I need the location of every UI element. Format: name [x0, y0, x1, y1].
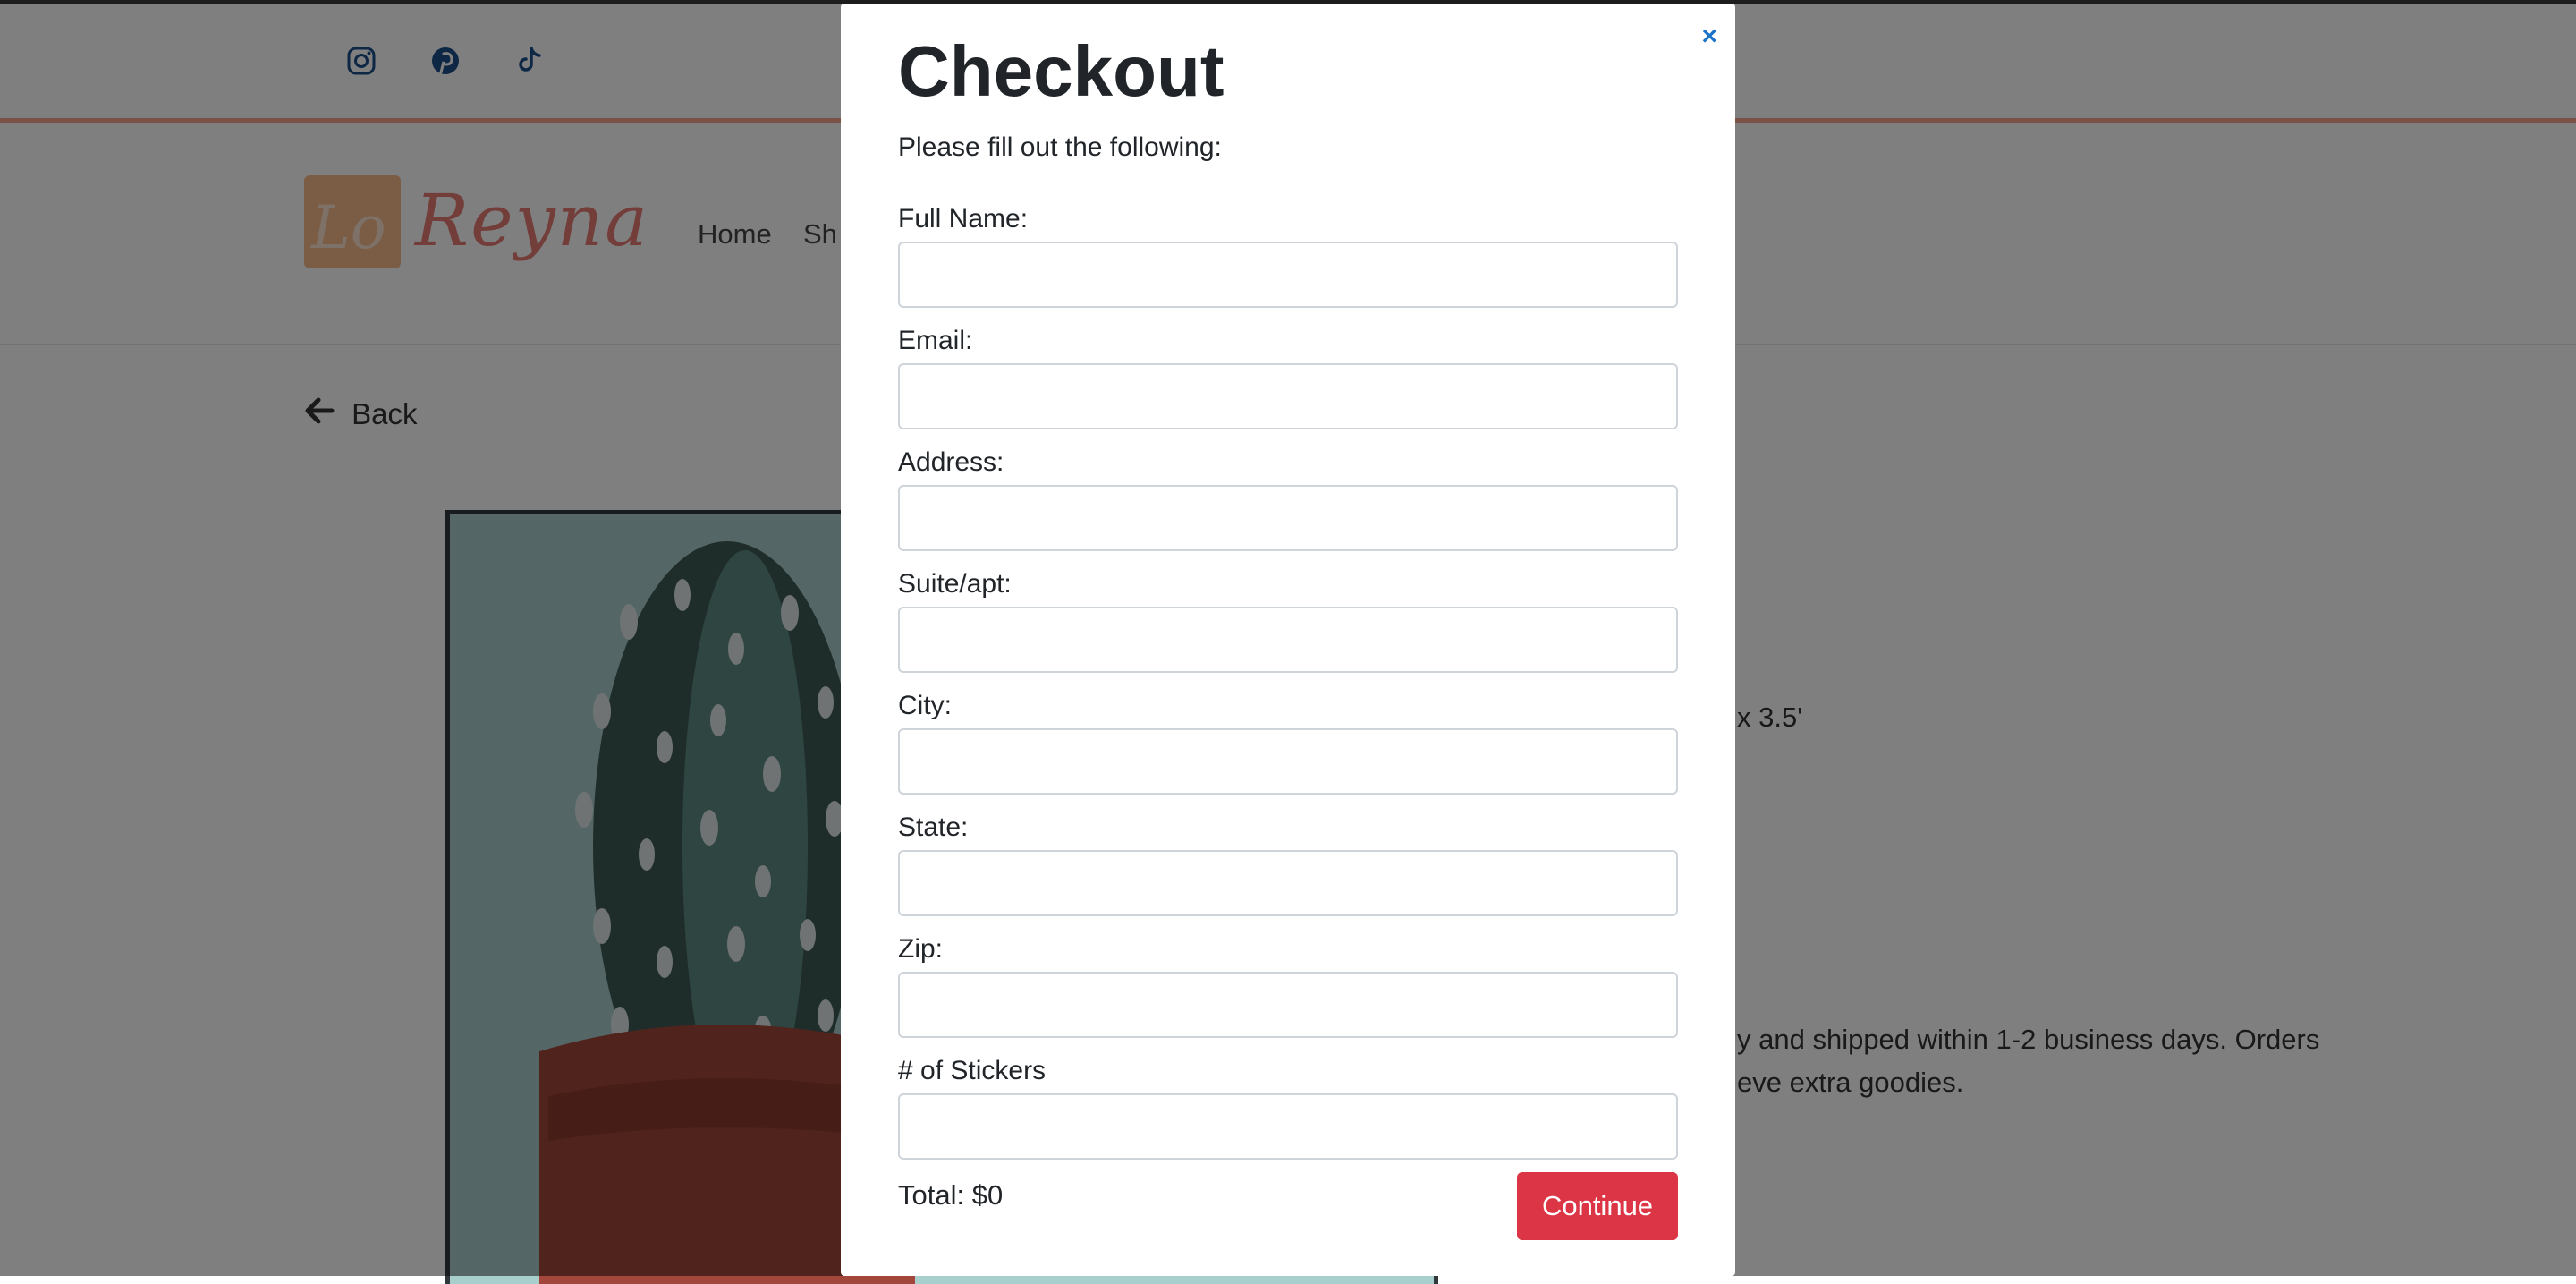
sticker-count-label: # of Stickers: [898, 1056, 1046, 1085]
address-label: Address:: [898, 447, 1004, 477]
checkout-subtitle: Please fill out the following:: [898, 132, 1222, 162]
city-input[interactable]: [898, 728, 1678, 795]
email-label: Email:: [898, 326, 973, 355]
checkout-title: Checkout: [898, 31, 1224, 111]
order-total: Total: $0: [898, 1179, 1004, 1211]
email-input[interactable]: [898, 363, 1678, 429]
close-icon[interactable]: ×: [1701, 21, 1717, 52]
full-name-label: Full Name:: [898, 204, 1029, 234]
suite-apt-label: Suite/apt:: [898, 569, 1012, 599]
suite-apt-input[interactable]: [898, 607, 1678, 673]
address-input[interactable]: [898, 485, 1678, 551]
city-label: City:: [898, 691, 952, 720]
sticker-count-input[interactable]: [898, 1093, 1678, 1160]
zip-label: Zip:: [898, 934, 944, 964]
zip-input[interactable]: [898, 972, 1678, 1038]
checkout-modal: Checkout × Please fill out the following…: [841, 4, 1735, 1276]
state-label: State:: [898, 812, 969, 842]
state-input[interactable]: [898, 850, 1678, 916]
continue-button[interactable]: Continue: [1517, 1172, 1678, 1240]
full-name-input[interactable]: [898, 242, 1678, 308]
